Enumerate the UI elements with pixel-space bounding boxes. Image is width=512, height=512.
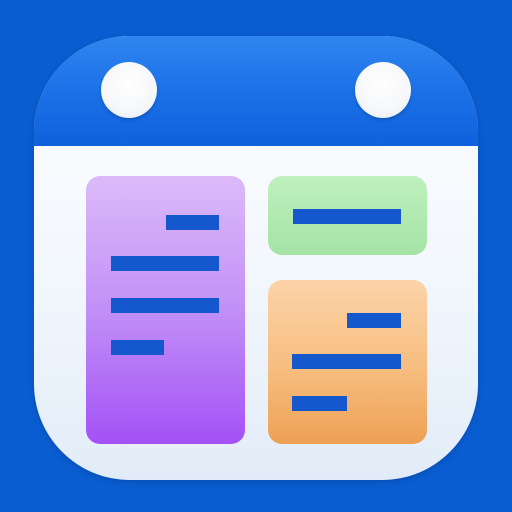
event-block-purple <box>86 176 245 444</box>
event-text-line <box>292 396 347 411</box>
calendar-header <box>34 36 478 146</box>
event-text-line <box>111 256 219 271</box>
event-text-line <box>293 209 401 224</box>
event-text-line <box>111 340 164 355</box>
binder-ring-right <box>355 62 411 118</box>
event-text-line <box>166 215 219 230</box>
event-text-line <box>347 313 401 328</box>
event-text-line <box>292 354 401 369</box>
binder-ring-left <box>101 62 157 118</box>
calendar-app-icon <box>34 36 478 480</box>
event-block-orange <box>268 280 427 444</box>
event-block-green <box>268 176 427 255</box>
event-text-line <box>111 298 219 313</box>
